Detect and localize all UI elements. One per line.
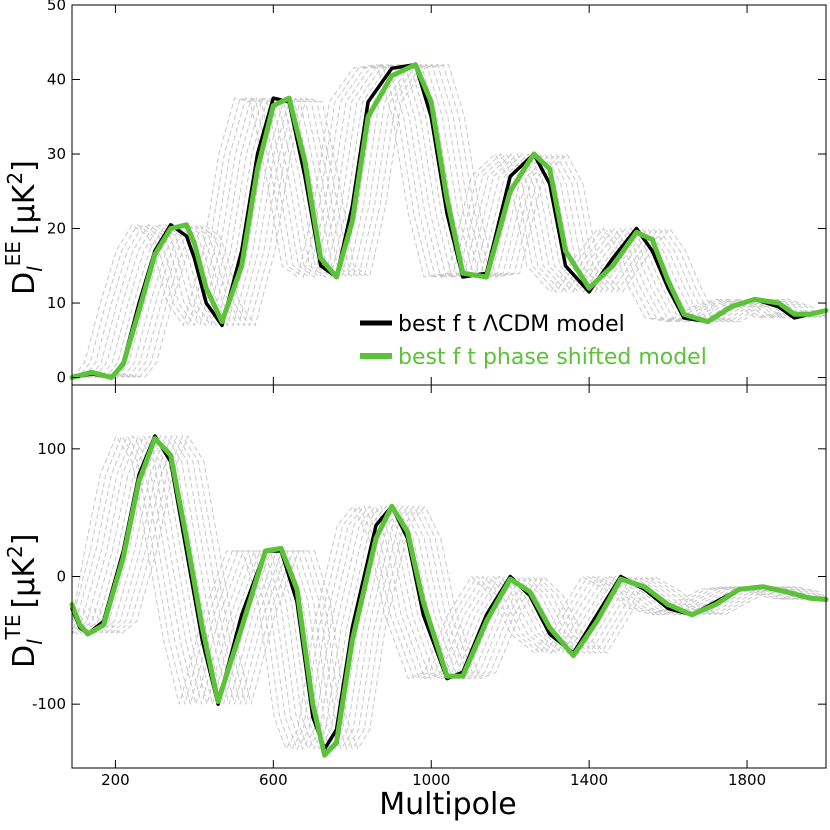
ylabel-bottom-sub: l: [23, 639, 47, 645]
axis-ticks: 01020304050-1000100200 600 1000 1400 1800: [32, 0, 826, 789]
y-tick-label: 30: [47, 145, 66, 163]
y-tick-label: 10: [47, 294, 66, 312]
x-tick-label: 600: [259, 771, 288, 789]
y-tick-label: 100: [37, 440, 66, 458]
ylabel-bottom-main: D: [7, 645, 42, 668]
ylabel-bottom-unit-sup: 2: [3, 545, 27, 558]
y-axis-title-bottom: DlTE [μK2]: [1, 534, 47, 668]
legend: best f t ΛCDM model best f t phase shift…: [360, 312, 707, 370]
legend-label-phase-shifted: best f t phase shifted model: [398, 345, 707, 370]
ylabel-top-sub: l: [23, 266, 47, 272]
x-tick-label: 200: [101, 771, 130, 789]
svg-text:DlTE[μK2]: DlTE [μK2]: [1, 534, 47, 668]
ylabel-bottom-sup: TE: [1, 614, 25, 640]
x-tick-label: 1400: [570, 771, 608, 789]
series-lines-bottom: [69, 434, 829, 758]
envelope-curve: [71, 435, 815, 751]
y-axis-title-top: DlEE [μK2]: [1, 160, 47, 295]
legend-label-lcdm: best f t ΛCDM model: [398, 312, 625, 337]
ylabel-top-unit-close: ]: [7, 160, 42, 172]
model-envelope-bottom: [71, 435, 827, 751]
figure: 01020304050-1000100200 600 1000 1400 1800 be…: [1, 0, 829, 822]
ylabel-top-sup: EE: [1, 241, 25, 266]
ylabel-top-unit: [μK: [7, 183, 42, 235]
ylabel-top-unit-sup: 2: [3, 172, 27, 185]
y-tick-label: 40: [47, 71, 66, 89]
y-tick-label: 50: [47, 0, 66, 14]
ylabel-bottom-unit-close: ]: [7, 534, 42, 546]
y-tick-label: 0: [56, 568, 66, 586]
envelope-curve: [71, 435, 827, 751]
y-tick-label: 20: [47, 220, 66, 238]
svg-text:DlEE[μK2]: DlEE [μK2]: [1, 160, 47, 295]
ylabel-top-main: D: [7, 272, 42, 295]
series-line-lcdm: [70, 434, 828, 751]
envelope-curve: [71, 435, 804, 751]
envelope-curve: [71, 435, 788, 751]
x-tick-label: 1800: [728, 771, 766, 789]
y-tick-label: 0: [56, 369, 66, 387]
x-axis-title: Multipole: [379, 787, 517, 822]
envelope-curve: [71, 435, 799, 751]
y-tick-label: -100: [32, 695, 66, 713]
envelope-curve: [88, 435, 827, 751]
ylabel-bottom-unit: [μK: [7, 557, 42, 609]
